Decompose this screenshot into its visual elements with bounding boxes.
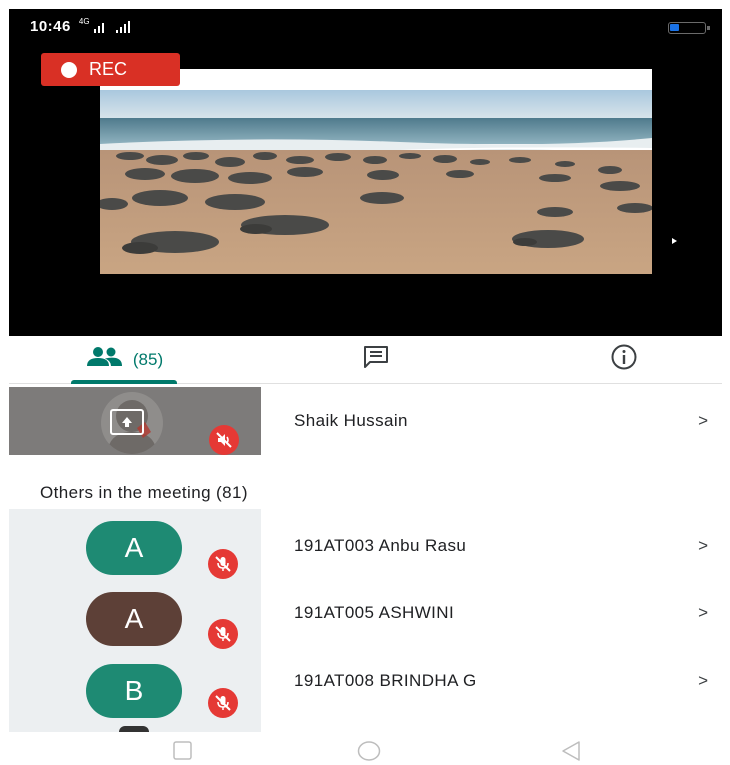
back-icon[interactable] [560,740,582,765]
people-icon [85,346,123,373]
mic-off-icon [208,619,238,649]
signal-icon-2 [115,20,130,33]
chevron-right-icon[interactable]: > [698,536,708,556]
recording-label: REC [89,59,128,79]
pointer-icon [672,238,677,244]
avatar: A [86,592,182,646]
avatar: A [86,521,182,575]
tab-info[interactable] [592,336,656,383]
mic-off-icon [208,549,238,579]
shared-photo [100,90,652,274]
participant-name: 191AT008 BRINDHA G [294,671,477,690]
participant-name: 191AT003 Anbu Rasu [294,536,467,555]
presenter-row[interactable]: Shaik Hussain > [9,387,722,455]
present-screen-icon [110,409,144,435]
mic-off-icon [209,425,239,455]
presenter-name: Shaik Hussain [294,411,408,430]
avatar: B [86,664,182,718]
mic-off-icon [208,688,238,718]
presenter-tile [9,387,261,455]
chevron-right-icon[interactable]: > [698,411,708,431]
shared-screen [100,69,652,274]
participant-row[interactable]: A 191AT005 ASHWINI > [9,592,722,674]
tab-people[interactable]: (85) [59,336,189,384]
tab-bar: (85) [9,336,722,384]
chevron-right-icon[interactable]: > [698,603,708,623]
home-icon[interactable] [357,740,381,765]
system-nav-bar [0,732,730,765]
info-icon [610,343,638,376]
record-dot-icon [61,61,77,78]
chat-icon [362,345,390,374]
battery-icon [668,22,710,34]
participant-row[interactable]: B 191AT008 BRINDHA G > [9,664,722,732]
others-section-label: Others in the meeting (81) [40,483,248,502]
participant-tile: A [9,509,261,599]
participant-tile: B [9,664,261,732]
status-time: 10:46 [30,18,71,35]
participant-name: 191AT005 ASHWINI [294,603,455,622]
active-tab-indicator [71,380,177,384]
status-bar: 10:46 4G [30,17,130,35]
signal-icon [93,21,104,33]
participant-row[interactable]: A 191AT003 Anbu Rasu > [9,509,722,599]
people-count: (85) [132,349,164,369]
participant-tile: A [9,592,261,674]
tab-chat[interactable] [344,336,408,383]
chevron-right-icon[interactable]: > [698,671,708,691]
recent-apps-icon[interactable] [172,740,194,765]
recording-badge: REC [41,53,180,86]
network-type: 4G [78,17,90,26]
